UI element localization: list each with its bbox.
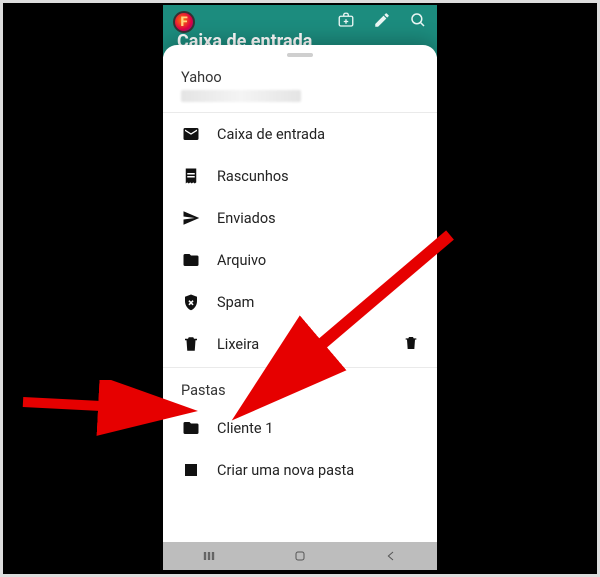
compose-icon[interactable]	[373, 11, 391, 29]
search-icon[interactable]	[409, 11, 427, 29]
medkit-icon[interactable]	[337, 11, 355, 29]
app-logo-icon[interactable]: F	[173, 11, 195, 33]
image-frame	[0, 0, 600, 577]
